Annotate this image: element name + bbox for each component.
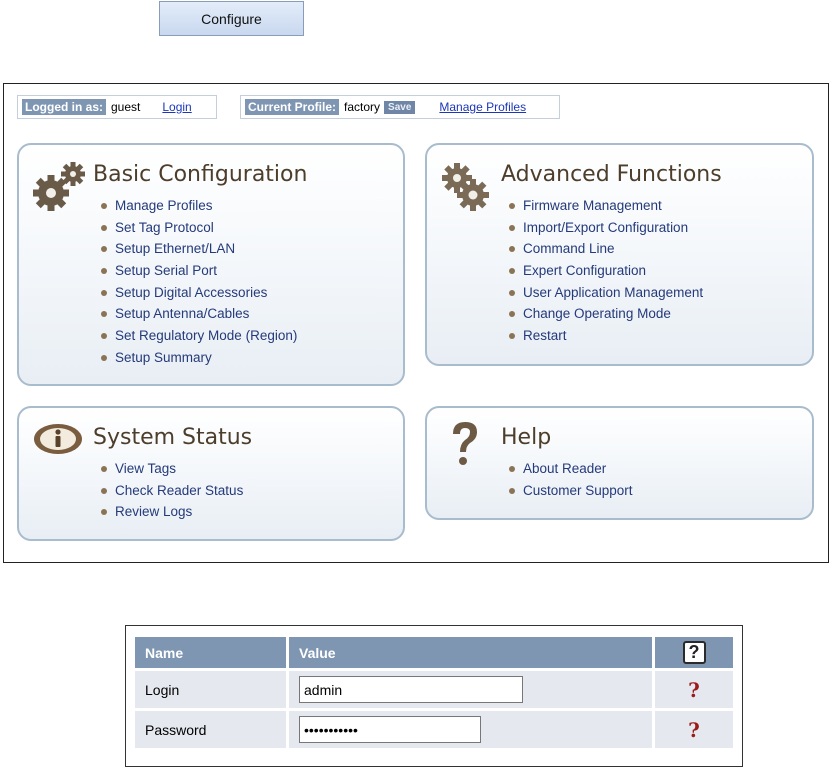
help-header-icon[interactable]: ? [682,641,706,664]
link-check-reader-status[interactable]: Check Reader Status [100,480,243,502]
password-help-cell: ? [655,711,733,748]
gears-icon [33,162,85,211]
current-profile-label: Current Profile: [245,99,340,115]
link-import-export-configuration[interactable]: Import/Export Configuration [508,217,703,239]
basic-configuration-title: Basic Configuration [93,162,308,187]
link-set-regulatory-mode[interactable]: Set Regulatory Mode (Region) [100,325,297,347]
system-status-card: System Status View Tags Check Reader Sta… [17,406,405,541]
header-value: Value [289,637,655,668]
table-row: Password ? [135,711,733,748]
main-panel: Logged in as: guest Login Current Profil… [3,83,829,563]
login-table: Name Value ? Login ? Password [135,634,733,751]
link-setup-summary[interactable]: Setup Summary [100,347,297,369]
password-help-icon[interactable]: ? [688,718,700,742]
current-profile: factory [344,100,381,114]
advanced-gears-icon [442,163,489,211]
header-help: ? [655,637,733,668]
advanced-functions-title: Advanced Functions [501,162,722,187]
link-change-operating-mode[interactable]: Change Operating Mode [508,303,703,325]
login-help-cell: ? [655,671,733,708]
link-about-reader[interactable]: About Reader [509,458,633,480]
question-mark-icon [453,422,477,465]
profile-status-box: Current Profile: factory Save Manage Pro… [240,95,560,119]
help-title: Help [501,425,552,450]
link-setup-serial-port[interactable]: Setup Serial Port [100,260,297,282]
login-value-cell [289,671,655,708]
login-status-box: Logged in as: guest Login [17,95,217,119]
link-setup-antenna-cables[interactable]: Setup Antenna/Cables [100,303,297,325]
link-set-tag-protocol[interactable]: Set Tag Protocol [100,217,297,239]
login-form-panel: Name Value ? Login ? Password [125,625,743,767]
password-value-cell [289,711,655,748]
save-profile-button[interactable]: Save [384,100,416,114]
link-restart[interactable]: Restart [508,325,703,347]
basic-configuration-list: Manage Profiles Set Tag Protocol Setup E… [100,195,297,369]
password-input[interactable] [299,716,481,743]
link-view-tags[interactable]: View Tags [100,458,243,480]
link-setup-digital-accessories[interactable]: Setup Digital Accessories [100,282,297,304]
current-user: guest [111,100,141,114]
advanced-functions-list: Firmware Management Import/Export Config… [508,195,703,347]
link-expert-configuration[interactable]: Expert Configuration [508,260,703,282]
link-command-line[interactable]: Command Line [508,238,703,260]
login-label: Login [135,671,289,708]
link-firmware-management[interactable]: Firmware Management [508,195,703,217]
password-label: Password [135,711,289,748]
advanced-functions-card: Advanced Functions Firmware Management I… [425,143,814,366]
help-list: About Reader Customer Support [509,458,633,502]
info-icon [34,424,82,454]
login-input[interactable] [299,676,523,703]
system-status-title: System Status [93,425,253,450]
manage-profiles-link[interactable]: Manage Profiles [439,100,526,114]
system-status-list: View Tags Check Reader Status Review Log… [100,458,243,523]
link-review-logs[interactable]: Review Logs [100,501,243,523]
link-setup-ethernet-lan[interactable]: Setup Ethernet/LAN [100,238,297,260]
help-card: Help About Reader Customer Support [425,406,814,520]
link-user-application-management[interactable]: User Application Management [508,282,703,304]
configure-button[interactable]: Configure [159,1,304,36]
login-help-icon[interactable]: ? [688,678,700,702]
logged-in-label: Logged in as: [22,99,106,115]
login-link[interactable]: Login [162,100,191,114]
link-manage-profiles[interactable]: Manage Profiles [100,195,297,217]
header-name: Name [135,637,289,668]
table-row: Login ? [135,671,733,708]
link-customer-support[interactable]: Customer Support [509,480,633,502]
basic-configuration-card: Basic Configuration Manage Profiles Set … [17,143,405,386]
